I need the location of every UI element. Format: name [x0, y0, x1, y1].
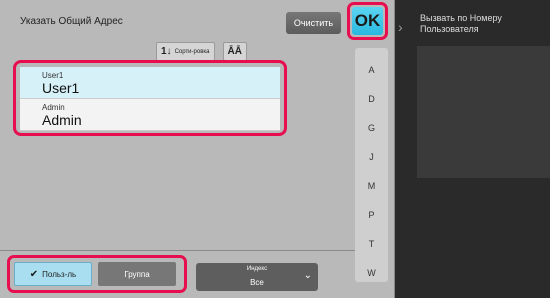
recall-link-line2: Пользователя	[420, 24, 479, 34]
index-letter[interactable]: G	[355, 123, 388, 133]
index-letter[interactable]: P	[355, 210, 388, 220]
index-letter[interactable]: T	[355, 239, 388, 249]
sort-numeric-icon: 1↓	[161, 46, 172, 57]
sort-alpha-icon: ĀĀ	[227, 46, 242, 57]
sort-alpha-button[interactable]: ĀĀ	[222, 42, 247, 61]
list-item-subtitle: Admin	[42, 103, 65, 112]
index-letter[interactable]: M	[355, 181, 388, 191]
recall-by-user-number-link[interactable]: Вызвать по Номеру Пользователя	[420, 13, 502, 35]
sort-button[interactable]: 1↓ Сорти-ровка	[156, 42, 215, 61]
page-title: Указать Общий Адрес	[20, 16, 123, 27]
index-dropdown[interactable]: Индекс Все ⌄	[196, 263, 318, 291]
index-dropdown-label: Индекс	[246, 266, 268, 272]
sort-controls: 1↓ Сорти-ровка ĀĀ	[156, 42, 247, 61]
divider	[0, 250, 357, 251]
index-letter[interactable]: A	[355, 65, 388, 75]
index-dropdown-value: Все	[250, 278, 264, 287]
tab-group-label: Группа	[124, 269, 150, 279]
chevron-down-icon: ⌄	[303, 270, 312, 281]
index-letter[interactable]: W	[355, 268, 388, 278]
list-item-title: User1	[42, 80, 80, 96]
sidebar-panel	[417, 46, 550, 178]
tab-user[interactable]: ✔ Польз-ль	[14, 262, 92, 286]
ok-label: OK	[352, 7, 383, 35]
index-letter[interactable]: J	[355, 152, 388, 162]
tab-user-label: Польз-ль	[42, 269, 77, 279]
check-icon: ✔	[29, 268, 39, 280]
recall-link-line1: Вызвать по Номеру	[420, 13, 502, 23]
clear-button[interactable]: Очистить	[286, 12, 341, 34]
list-item[interactable]: User1 User1	[20, 67, 280, 99]
list-item-subtitle: User1	[42, 71, 64, 80]
chevron-right-icon: ›	[398, 19, 403, 35]
sort-label: Сорти-ровка	[174, 48, 210, 55]
main-area: Указать Общий Адрес Очистить 1↓ Сорти-ро…	[0, 0, 357, 298]
list-item[interactable]: Admin Admin	[20, 99, 280, 131]
ok-button[interactable]: OK	[347, 2, 388, 40]
address-list: User1 User1 Admin Admin	[13, 60, 287, 136]
list-item-title: Admin	[42, 112, 82, 128]
index-letter[interactable]: D	[355, 94, 388, 104]
tab-group: ✔ Польз-ль Группа	[7, 255, 187, 293]
alphabet-index: A D G J M P T W	[355, 48, 388, 282]
tab-group-button[interactable]: Группа	[98, 262, 176, 286]
